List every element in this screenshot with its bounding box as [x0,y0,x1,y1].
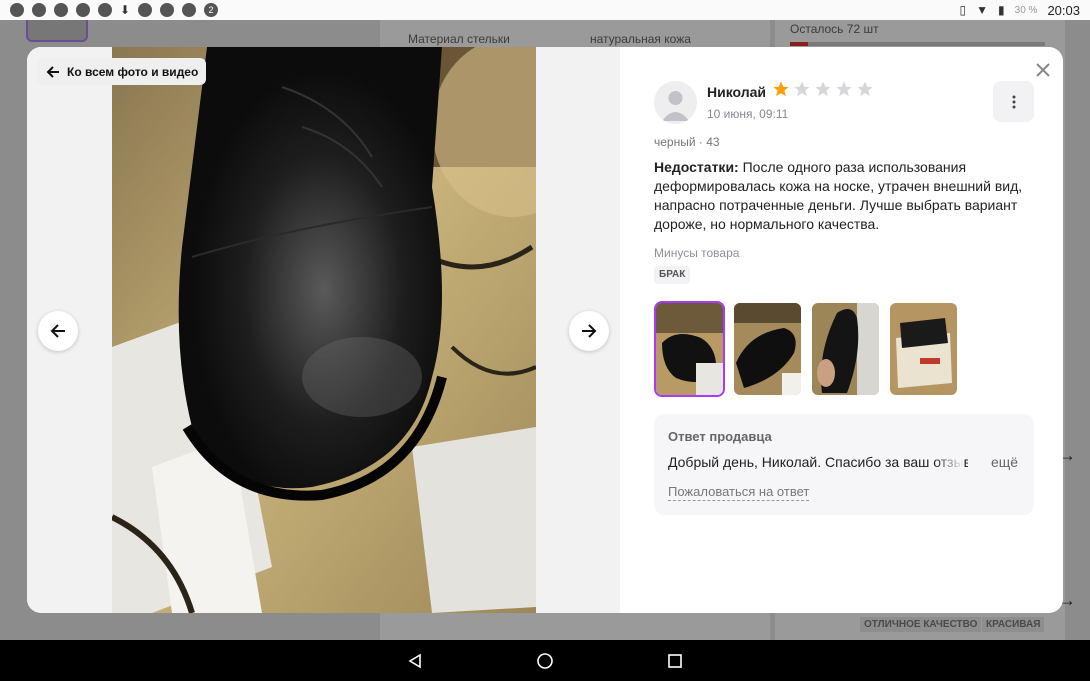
cons-label: Минусы товара [654,246,740,260]
nav-recents-button[interactable] [665,651,685,671]
arrow-left-icon [50,324,65,338]
seller-reply: Ответ продавца Добрый день, Николай. Спа… [654,414,1034,515]
notification-icon [76,3,90,17]
photo-thumbnail[interactable] [654,301,725,397]
stock-label: Осталось 72 шт [790,22,879,36]
review-photo [112,47,536,613]
notification-count-icon: 2 [204,3,219,17]
thumbnail-image [812,303,879,395]
bg-tag: КРАСИВАЯ [982,617,1045,632]
seller-reply-text: Добрый день, Николай. Спасибо за ваш отз… [668,454,968,470]
complain-link[interactable]: Пожаловаться на ответ [668,484,810,501]
notification-icon [10,3,24,17]
photo-thumbnail[interactable] [810,301,881,397]
notification-icon [32,3,46,17]
nav-back-button[interactable] [405,651,425,671]
arrow-left-icon [46,65,59,78]
stock-bar-fill [790,42,808,46]
thumbnail-image [734,303,801,395]
thumbnail-image [656,303,723,395]
triangle-back-icon [408,653,421,668]
stock-bar [790,42,1045,46]
notification-icons: ⬇ 2 [10,3,219,17]
bg-tag: ОТЛИЧНОЕ КАЧЕСТВО [860,617,982,632]
notification-icon [138,3,153,17]
product-variant: черный · 43 [654,135,720,149]
review-date: 10 июня, 09:11 [707,107,789,121]
photo-thumbnail[interactable] [888,301,959,397]
star-empty-icon [815,81,831,97]
vibrate-icon: ▯ [959,3,967,17]
insole-label: Материал стельки [408,32,510,46]
download-icon: ⬇ [120,3,131,17]
seller-reply-more-link[interactable]: ещё [991,454,1018,470]
review-author: Николай [707,84,767,100]
notification-icon [54,3,68,17]
notification-icon [98,3,112,17]
notification-icon [160,3,175,17]
more-vertical-icon [1012,95,1015,108]
shoe-photo-image [112,47,536,613]
media-viewer: Ко всем фото и видео [27,47,620,613]
nav-home-button[interactable] [535,651,555,671]
previous-media-button[interactable] [38,311,78,351]
photo-thumbnail[interactable] [732,301,803,397]
battery-icon: ▮ [998,3,1005,17]
close-button[interactable] [1031,58,1055,82]
square-recents-icon [668,653,682,668]
review-body: Недостатки: После одного раза использова… [654,158,1024,234]
next-media-button[interactable] [569,311,609,351]
back-to-all-media-button[interactable]: Ко всем фото и видео [37,58,207,85]
notification-icon [182,3,197,17]
more-options-button[interactable] [993,81,1034,122]
review-photo-thumbnails [654,301,959,397]
review-panel: Николай 10 июня, 09:11 черный · 43 Недос… [654,47,1034,613]
thumbnail-image [890,303,957,395]
insole-value: натуральная кожа [590,32,691,46]
clock: 20:03 [1047,2,1080,18]
back-button-label: Ко всем фото и видео [67,64,199,79]
circle-home-icon [537,652,553,669]
navigation-bar [0,640,1090,681]
star-filled-icon [773,81,789,97]
star-empty-icon [836,81,852,97]
seller-reply-title: Ответ продавца [668,429,772,444]
star-empty-icon [794,81,810,97]
battery-level: 30 % [1014,4,1038,16]
user-icon [662,91,689,121]
arrow-right-icon [582,324,597,338]
avatar [654,81,697,124]
status-bar: ⬇ 2 ▯ ▼ ▮ 30 % 20:03 [0,0,1090,20]
wifi-icon: ▼ [976,3,989,17]
background-product-thumb [26,20,88,42]
review-modal: Ко всем фото и видео Николай 10 июня, 09… [27,47,1063,613]
review-text-label: Недостатки: [654,159,739,175]
rating-stars [772,80,874,98]
star-empty-icon [857,81,873,97]
close-icon [1036,63,1050,77]
cons-tag: БРАК [654,266,691,284]
